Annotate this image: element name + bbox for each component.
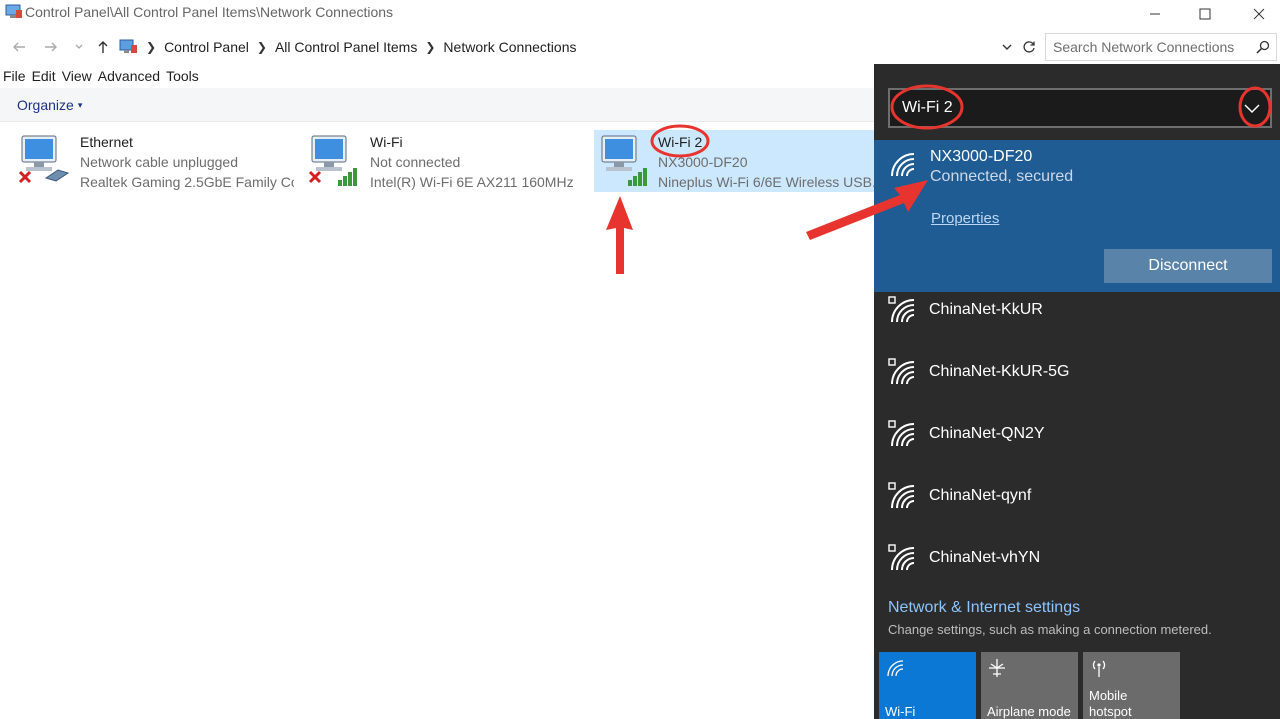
tile-label-line: Mobile: [1089, 688, 1128, 703]
back-arrow-icon: [13, 42, 25, 52]
address-bar[interactable]: ❯ Control Panel ❯ All Control Panel Item…: [114, 33, 1044, 61]
network-ssid: ChinaNet-qynf: [929, 487, 1032, 504]
tile-label-line: hotspot: [1089, 704, 1132, 719]
network-item[interactable]: ChinaNet-KkUR: [874, 282, 1280, 344]
wifi-secured-icon: [891, 153, 915, 177]
control-panel-icon: [119, 39, 137, 53]
adapter-name: Ethernet: [80, 134, 133, 150]
hotspot-icon: [1092, 660, 1106, 677]
wifi-secured-icon: [888, 296, 915, 323]
tile-label: Airplane mode: [987, 704, 1071, 719]
menu-edit[interactable]: Edit: [32, 68, 56, 88]
airplane-icon: [989, 659, 1005, 677]
search-box[interactable]: [1045, 33, 1277, 61]
wifi-secured-icon: [888, 482, 915, 509]
adapter-wifi-2[interactable]: Wi-Fi 2 NX3000-DF20 Nineplus Wi-Fi 6/6E …: [594, 130, 874, 192]
wifi-toggle-tile[interactable]: Wi-Fi: [879, 652, 976, 719]
airplane-mode-tile[interactable]: Airplane mode: [981, 652, 1078, 719]
navigation-row: ❯ Control Panel ❯ All Control Panel Item…: [0, 32, 1280, 62]
network-ssid: ChinaNet-KkUR: [929, 301, 1043, 318]
chevron-down-icon: [75, 44, 83, 49]
disconnect-button[interactable]: Disconnect: [1104, 249, 1272, 283]
adapter-device: Realtek Gaming 2.5GbE Family Co...: [80, 174, 294, 190]
window-title: Control Panel\All Control Panel Items\Ne…: [25, 4, 394, 20]
adapter-device: Nineplus Wi-Fi 6/6E Wireless USB...: [658, 174, 874, 190]
network-item[interactable]: ChinaNet-KkUR-5G: [874, 344, 1280, 406]
wifi-secured-icon: [888, 544, 915, 571]
chevron-down-icon[interactable]: [1242, 98, 1262, 118]
network-ssid: NX3000-DF20: [930, 148, 1033, 165]
search-input[interactable]: [1053, 39, 1253, 55]
network-computer-icon: [601, 135, 647, 186]
adapter-ethernet[interactable]: Ethernet Network cable unplugged Realtek…: [2, 130, 294, 192]
network-ssid: ChinaNet-vhYN: [929, 549, 1041, 566]
breadcrumb-all-items[interactable]: All Control Panel Items: [275, 39, 417, 55]
wifi-flyout: Wi-Fi 2 NX3000-DF20 Connected, secured P…: [874, 64, 1280, 719]
network-settings-description: Change settings, such as making a connec…: [888, 622, 1212, 637]
caret-down-icon: ▾: [77, 100, 83, 110]
menu-view[interactable]: View: [62, 68, 92, 88]
adapter-name: Wi-Fi: [370, 134, 403, 150]
tile-label: Wi-Fi: [885, 704, 916, 719]
close-icon: [1253, 8, 1265, 20]
organize-label: Organize: [17, 97, 74, 113]
tile-label: Mobile hotspot: [1089, 688, 1132, 719]
breadcrumb-separator-icon: ❯: [146, 40, 157, 54]
refresh-icon: [1023, 41, 1035, 53]
breadcrumb-control-panel[interactable]: Control Panel: [164, 39, 249, 55]
up-arrow-icon: [98, 41, 108, 53]
adapter-selector[interactable]: Wi-Fi 2: [888, 88, 1272, 128]
adapter-selector-value: Wi-Fi 2: [902, 99, 953, 116]
control-panel-icon: [5, 4, 22, 18]
annotation-arrow: [606, 196, 633, 274]
minimize-button[interactable]: [1128, 0, 1182, 28]
address-dropdown-button[interactable]: [996, 36, 1018, 58]
wifi-secured-icon: [888, 358, 915, 385]
wifi-secured-icon: [888, 420, 915, 447]
title-bar: Control Panel\All Control Panel Items\Ne…: [0, 0, 1280, 28]
network-connected[interactable]: NX3000-DF20 Connected, secured Propertie…: [874, 140, 1280, 292]
properties-link[interactable]: Properties: [931, 210, 999, 227]
breadcrumb-network-connections[interactable]: Network Connections: [443, 39, 576, 55]
breadcrumb-separator-icon: ❯: [425, 40, 436, 54]
adapter-wifi[interactable]: Wi-Fi Not connected Intel(R) Wi-Fi 6E AX…: [292, 130, 582, 192]
adapter-status: Not connected: [370, 154, 461, 170]
wifi-icon: [887, 660, 904, 677]
maximize-button[interactable]: [1178, 0, 1232, 28]
adapter-device: Intel(R) Wi-Fi 6E AX211 160MHz: [370, 174, 574, 190]
refresh-button[interactable]: [1018, 36, 1040, 58]
maximize-icon: [1199, 8, 1211, 20]
network-ssid: ChinaNet-KkUR-5G: [929, 363, 1070, 380]
network-state: Connected, secured: [930, 168, 1074, 185]
up-button[interactable]: [92, 36, 114, 58]
organize-button[interactable]: Organize ▾: [17, 97, 82, 113]
network-item[interactable]: ChinaNet-qynf: [874, 468, 1280, 530]
minimize-icon: [1150, 13, 1160, 15]
menu-tools[interactable]: Tools: [166, 68, 199, 88]
network-computer-icon: [18, 135, 70, 184]
menu-bar: File Edit View Advanced Tools: [0, 68, 202, 88]
network-item[interactable]: ChinaNet-QN2Y: [874, 406, 1280, 468]
forward-button[interactable]: [40, 36, 62, 58]
search-icon: [1256, 40, 1270, 54]
forward-arrow-icon: [45, 42, 57, 52]
close-button[interactable]: [1232, 0, 1280, 28]
menu-file[interactable]: File: [3, 68, 26, 88]
network-item[interactable]: ChinaNet-vhYN: [874, 530, 1280, 592]
adapter-status: Network cable unplugged: [80, 154, 238, 170]
adapter-name: Wi-Fi 2: [658, 134, 703, 150]
network-computer-icon: [308, 135, 357, 186]
network-settings-link[interactable]: Network & Internet settings: [888, 599, 1080, 617]
recent-locations-button[interactable]: [68, 36, 90, 58]
menu-advanced[interactable]: Advanced: [98, 68, 160, 88]
breadcrumb-separator-icon: ❯: [256, 40, 267, 54]
network-ssid: ChinaNet-QN2Y: [929, 425, 1045, 442]
chevron-down-icon: [1002, 44, 1012, 50]
back-button[interactable]: [8, 36, 30, 58]
mobile-hotspot-tile[interactable]: Mobile hotspot: [1083, 652, 1180, 719]
adapter-status: NX3000-DF20: [658, 154, 748, 170]
